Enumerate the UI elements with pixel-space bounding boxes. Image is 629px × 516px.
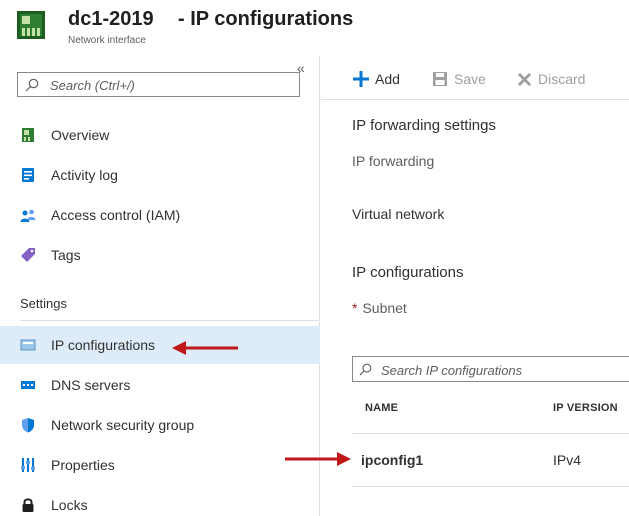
menu-search-input[interactable] bbox=[50, 76, 290, 94]
search-icon bbox=[359, 363, 372, 376]
ip-config-search-input[interactable] bbox=[381, 361, 621, 379]
column-header-name[interactable]: NAME bbox=[365, 402, 398, 414]
blade-header: dc1-2019 - IP configurations Network int… bbox=[0, 0, 629, 56]
sidebar-item-network-security-group[interactable]: Network security group bbox=[0, 406, 320, 444]
annotation-arrow-icon bbox=[172, 341, 238, 355]
ip-version-cell: IPv4 bbox=[553, 452, 582, 468]
discard-button-label: Discard bbox=[538, 71, 586, 87]
required-marker: * bbox=[352, 300, 358, 316]
properties-icon bbox=[21, 458, 35, 472]
ip-config-search-box[interactable] bbox=[352, 356, 629, 382]
sidebar-item-access-control[interactable]: Access control (IAM) bbox=[0, 196, 320, 234]
sidebar-item-label: Tags bbox=[51, 247, 81, 263]
tag-icon bbox=[21, 248, 35, 262]
save-icon bbox=[433, 72, 447, 86]
table-row-divider bbox=[352, 486, 629, 487]
virtual-network-label: Virtual network bbox=[352, 206, 445, 222]
section-divider bbox=[20, 320, 318, 321]
add-button[interactable]: Add bbox=[353, 68, 400, 90]
search-icon bbox=[25, 78, 39, 92]
sidebar-item-locks[interactable]: Locks bbox=[0, 486, 320, 516]
sidebar-item-label: IP configurations bbox=[51, 337, 156, 353]
save-button[interactable]: Save bbox=[432, 68, 486, 90]
ip-configurations-title: IP configurations bbox=[352, 264, 464, 281]
sidebar-item-label: Network security group bbox=[51, 417, 195, 433]
ip-config-icon bbox=[20, 339, 36, 351]
add-button-label: Add bbox=[375, 71, 400, 87]
sidebar-item-label: Properties bbox=[51, 457, 115, 473]
sidebar-item-dns-servers[interactable]: DNS servers bbox=[0, 366, 320, 404]
shield-icon bbox=[22, 418, 34, 433]
save-button-label: Save bbox=[454, 71, 486, 87]
command-bar: Add Save Discard bbox=[321, 56, 629, 100]
network-interface-icon bbox=[22, 128, 34, 142]
ip-forwarding-label: IP forwarding bbox=[352, 153, 435, 169]
subnet-label-text: Subnet bbox=[362, 300, 407, 316]
ip-config-name-link[interactable]: ipconfig1 bbox=[361, 452, 423, 468]
lock-icon bbox=[22, 498, 34, 512]
page-title: - IP configurations bbox=[178, 8, 354, 30]
annotation-arrow-icon bbox=[285, 452, 351, 466]
sidebar-item-ip-configurations[interactable]: IP configurations bbox=[0, 326, 320, 364]
dns-icon bbox=[21, 381, 35, 389]
people-icon bbox=[20, 209, 36, 222]
sidebar-item-label: DNS servers bbox=[51, 377, 131, 393]
activity-log-icon bbox=[22, 168, 34, 182]
menu-search-box[interactable] bbox=[17, 72, 300, 97]
sidebar-item-properties[interactable]: Properties bbox=[0, 446, 320, 484]
settings-section-title: Settings bbox=[20, 296, 67, 311]
sidebar-item-label: Overview bbox=[51, 127, 110, 143]
column-header-ip-version[interactable]: IP VERSION bbox=[553, 402, 618, 414]
resource-type: Network interface bbox=[68, 35, 146, 46]
sidebar-item-activity-log[interactable]: Activity log bbox=[0, 156, 320, 194]
sidebar-item-label: Locks bbox=[51, 497, 88, 513]
sidebar-item-tags[interactable]: Tags bbox=[0, 236, 320, 274]
network-interface-icon bbox=[17, 11, 45, 39]
resource-name: dc1-2019 bbox=[68, 8, 154, 30]
sidebar-item-label: Access control (IAM) bbox=[51, 207, 181, 223]
close-icon bbox=[517, 72, 532, 86]
sidebar-item-overview[interactable]: Overview bbox=[0, 116, 320, 154]
plus-icon bbox=[353, 71, 369, 87]
discard-button[interactable]: Discard bbox=[517, 68, 585, 90]
subnet-label: * Subnet bbox=[352, 300, 407, 316]
sidebar-item-label: Activity log bbox=[51, 167, 118, 183]
ip-forwarding-settings-title: IP forwarding settings bbox=[352, 117, 496, 134]
